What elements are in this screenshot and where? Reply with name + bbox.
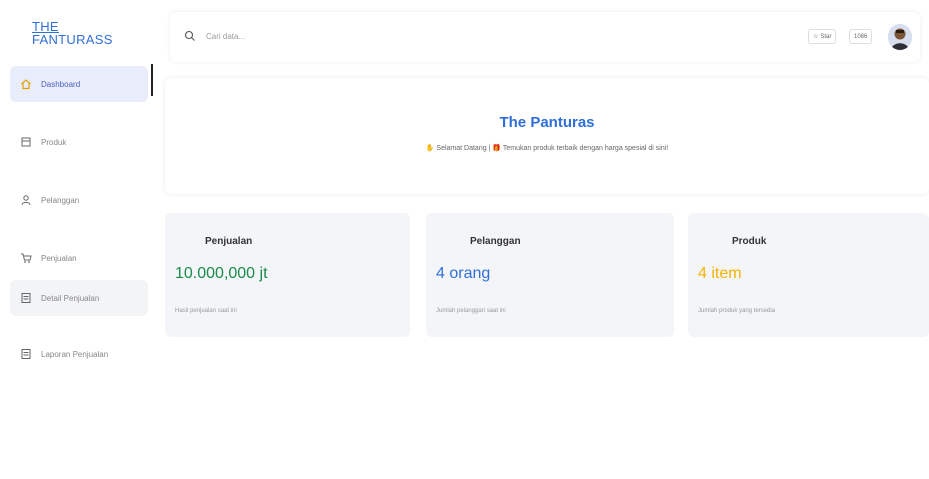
card-note: Hasil penjualan saat ini [175,308,237,314]
top-bar: ☆ Star 1086 [170,12,920,62]
sidebar-item-label: Laporan Penjualan [41,349,109,359]
stat-card-produk: Produk 4 item Jumlah produk yang tersedi… [688,213,929,337]
card-value: 10.000,000 jt [175,265,268,282]
sidebar-item-dashboard[interactable]: Dashboard [10,66,148,102]
card-title: Pelanggan [470,236,521,247]
sidebar-item-pelanggan[interactable]: Pelanggan [10,182,148,218]
sidebar-item-label: Dashboard [41,79,81,89]
receipt-icon [20,292,32,304]
banner-subtitle: ✋ Selamat Datang | 🎁 Temukan produk terb… [165,144,929,152]
sidebar-item-label: Produk [41,137,67,147]
sidebar: THE FANTURASS Dashboard Produk Pelanggan… [0,0,155,479]
search-icon [184,29,196,41]
card-value: 4 orang [436,265,491,282]
banner-title: The Panturas [499,114,595,131]
stat-card-penjualan: Penjualan 10.000,000 jt Hasil penjualan … [165,213,410,337]
welcome-banner: The Panturas ✋ Selamat Datang | 🎁 Temuka… [165,78,929,194]
sidebar-item-detail-penjualan[interactable]: Detail Penjualan [10,280,148,316]
box-icon [20,136,32,148]
avatar[interactable] [888,24,912,50]
star-icon: ☆ [813,34,819,40]
count-button-label: 1086 [854,33,868,40]
sidebar-item-produk[interactable]: Produk [10,124,148,160]
sidebar-item-penjualan[interactable]: Penjualan [10,240,148,276]
stat-card-pelanggan: Pelanggan 4 orang Jumlah pelanggan saat … [426,213,674,337]
card-note: Jumlah produk yang tersedia [698,308,776,314]
brand-line-2: FANTURASS [32,32,113,47]
count-button[interactable]: 1086 [849,29,873,44]
banner-subtitle-b: Temukan produk terbaik dengan harga spes… [501,145,669,152]
brand-logo[interactable]: THE FANTURASS [32,20,113,46]
sidebar-item-laporan-penjualan[interactable]: Laporan Penjualan [10,336,148,372]
card-title: Produk [732,236,767,247]
report-icon [20,348,32,360]
sidebar-item-label: Penjualan [41,253,77,263]
star-button[interactable]: ☆ Star [808,29,837,44]
user-icon [20,194,32,206]
card-value: 4 item [698,265,742,282]
cart-icon [20,252,32,264]
active-indicator [151,64,153,96]
banner-subtitle-a: Selamat Datang | [434,145,493,152]
card-note: Jumlah pelanggan saat ini [436,308,506,314]
sidebar-item-label: Detail Penjualan [41,293,100,303]
star-button-label: Star [820,33,832,40]
gift-icon: 🎁 [492,145,502,152]
sidebar-item-label: Pelanggan [41,195,80,205]
search-input[interactable] [206,28,506,44]
card-title: Penjualan [205,236,253,247]
home-icon [20,78,32,90]
